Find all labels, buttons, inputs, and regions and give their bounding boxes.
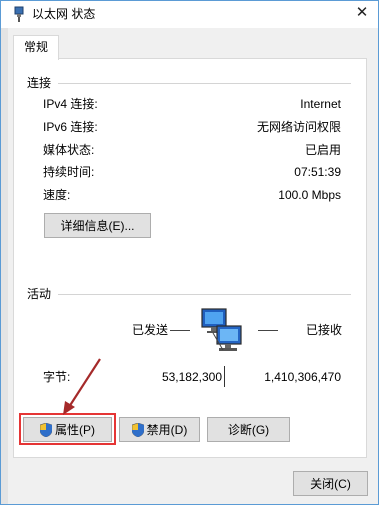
details-button[interactable]: 详细信息(E)...: [44, 213, 151, 238]
diagnose-button[interactable]: 诊断(G): [207, 417, 290, 442]
connection-group-title: 连接: [27, 76, 52, 90]
speed-value: 100.0 Mbps: [278, 188, 341, 202]
ipv6-value: 无网络访问权限: [256, 120, 341, 134]
annotation-arrow: [63, 358, 101, 415]
sent-label: 已发送: [132, 323, 169, 337]
received-line: [258, 330, 278, 331]
bytes-received-value: 1,410,306,470: [264, 370, 341, 384]
sent-line: [170, 330, 190, 331]
background-strip: [0, 28, 8, 505]
media-state-label: 媒体状态:: [43, 143, 95, 157]
window-title: 以太网 状态: [32, 7, 96, 21]
activity-group-title: 活动: [27, 287, 52, 301]
connection-divider: [58, 83, 351, 84]
speed-label: 速度:: [43, 188, 71, 202]
disable-label: 禁用(D): [146, 423, 188, 437]
bytes-separator: [224, 366, 225, 387]
ipv6-label: IPv6 连接:: [43, 120, 98, 134]
network-adapter-icon: [12, 6, 26, 22]
network-computers-icon: [199, 306, 247, 356]
received-label: 已接收: [306, 323, 343, 337]
media-state-value: 已启用: [304, 143, 341, 157]
close-icon[interactable]: ✕: [354, 5, 370, 21]
tab-general[interactable]: 常规: [13, 35, 59, 60]
shield-icon: [131, 422, 144, 437]
bytes-sent-value: 53,182,300: [161, 370, 222, 384]
activity-divider: [58, 294, 351, 295]
ipv4-value: Internet: [300, 97, 341, 111]
disable-button[interactable]: 禁用(D): [119, 417, 200, 442]
duration-label: 持续时间:: [43, 165, 95, 179]
close-button[interactable]: 关闭(C): [293, 471, 368, 496]
ipv4-label: IPv4 连接:: [43, 97, 98, 111]
duration-value: 07:51:39: [294, 165, 341, 179]
